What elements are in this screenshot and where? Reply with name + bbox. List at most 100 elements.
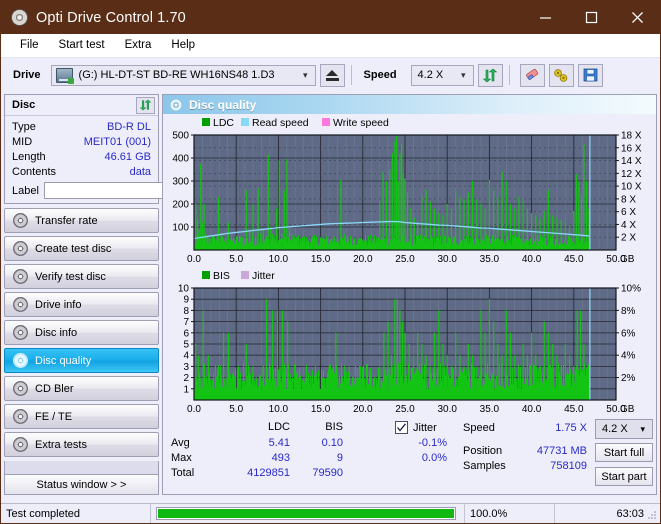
- stats-row-avg-label: Avg: [171, 437, 190, 449]
- y-tick-label: 2: [183, 373, 189, 384]
- maximize-button[interactable]: [568, 1, 614, 34]
- disc-row-length-value: 46.61 GB: [104, 150, 151, 163]
- sidebar-item-fe-te[interactable]: FE / TE: [4, 404, 159, 429]
- y2-tick-label: 12 X: [621, 169, 642, 180]
- disc-row-mid: MID MEIT01 (001): [12, 134, 151, 149]
- close-button[interactable]: [614, 1, 660, 34]
- sidebar-item-drive-info[interactable]: Drive info: [4, 292, 159, 317]
- menu-help[interactable]: Help: [161, 37, 205, 53]
- samples-metric-label: Samples: [463, 460, 506, 472]
- x-tick-label: 40.0: [522, 404, 542, 415]
- quality-chart-ldc: LDC Read speed Write speed 100 200 300 400 500 2…: [172, 117, 642, 265]
- sidebar-item-label: Transfer rate: [35, 214, 98, 227]
- y-tick-label: 10: [178, 284, 190, 295]
- disc-row-type-key: Type: [12, 120, 36, 133]
- disc-row-mid-value: MEIT01 (001): [83, 135, 151, 148]
- x-tick-label: 5.0: [229, 404, 243, 415]
- refresh-button[interactable]: [477, 63, 503, 87]
- disc-icon: [13, 297, 28, 312]
- refresh-icon: [482, 68, 498, 82]
- toolbar-divider-1: [350, 65, 352, 85]
- disc-refresh-button[interactable]: [136, 96, 155, 114]
- progress-bar: [156, 507, 456, 520]
- menu-file[interactable]: File: [10, 37, 49, 53]
- eject-button[interactable]: [319, 63, 345, 87]
- erase-button[interactable]: [519, 63, 545, 87]
- menu-start-test[interactable]: Start test: [49, 37, 115, 53]
- page-title: Disc quality: [189, 97, 257, 112]
- progress-bar-fill: [158, 509, 454, 518]
- y2-tick-label: 18 X: [621, 131, 642, 142]
- chevron-down-icon: ▾: [461, 69, 466, 80]
- wrench-icon: [554, 68, 568, 82]
- start-full-button[interactable]: Start full: [595, 443, 653, 462]
- disc-label-row: Label: [12, 182, 251, 199]
- y2-tick-label: 8%: [621, 306, 636, 317]
- y-tick-label: 9: [183, 295, 189, 306]
- x-tick-label: 30.0: [437, 404, 457, 415]
- start-part-button[interactable]: Start part: [595, 467, 653, 486]
- test-speed-select[interactable]: 4.2 X ▾: [595, 419, 653, 439]
- resize-grip-icon[interactable]: [646, 509, 658, 521]
- y-tick-label: 400: [172, 154, 189, 165]
- legend-label: Jitter: [252, 270, 275, 282]
- x-tick-label: 20.0: [353, 404, 373, 415]
- tools-button[interactable]: [548, 63, 574, 87]
- sidebar-filler: [4, 461, 159, 475]
- jitter-checkbox[interactable]: [395, 421, 408, 434]
- disc-icon: [13, 381, 28, 396]
- x-tick-label: 10.0: [269, 404, 289, 415]
- drive-select[interactable]: (G:) HL-DT-ST BD-RE WH16NS48 1.D3 ▾: [50, 64, 316, 86]
- speed-select[interactable]: 4.2 X ▾: [410, 64, 474, 86]
- menu-extra[interactable]: Extra: [115, 37, 162, 53]
- disc-icon: [13, 241, 28, 256]
- quality-chart-bis: BIS Jitter 12345678910 2% 4% 6% 8% 10% 0.0 5.0 10.…: [178, 270, 641, 415]
- x-tick-label: 25.0: [395, 404, 415, 415]
- minimize-button[interactable]: [522, 1, 568, 34]
- disc-panel-title: Disc: [12, 99, 36, 111]
- disc-row-mid-key: MID: [12, 135, 33, 148]
- legend-swatch: [202, 118, 210, 126]
- chevron-down-icon: ▾: [640, 423, 645, 434]
- y2-tick-label: 4 X: [621, 220, 636, 231]
- save-button[interactable]: [577, 63, 603, 87]
- elapsed-time: 63:03: [616, 507, 644, 520]
- stats-row-max-bis: 9: [336, 452, 343, 464]
- y-tick-label: 500: [172, 131, 189, 142]
- y-tick-label: 200: [172, 200, 189, 211]
- chevron-down-icon: ▾: [303, 69, 308, 80]
- sidebar-item-disc-info[interactable]: Disc info: [4, 320, 159, 345]
- x-tick-label: 25.0: [395, 254, 415, 265]
- floppy-save-icon: [583, 68, 597, 82]
- y2-tick-label: 2 X: [621, 233, 636, 244]
- sidebar-item-cd-bler[interactable]: CD Bler: [4, 376, 159, 401]
- status-message: Test completed: [1, 504, 151, 523]
- y2-tick-label: 4%: [621, 351, 636, 362]
- legend-swatch: [202, 271, 210, 279]
- legend-swatch: [241, 118, 249, 126]
- sidebar-item-extra-tests[interactable]: Extra tests: [4, 432, 159, 457]
- jitter-value-2: 0.0%: [421, 452, 447, 464]
- disc-row-type: Type BD-R DL: [12, 119, 151, 134]
- y2-tick-label: 8 X: [621, 194, 636, 205]
- sidebar-item-label: Disc info: [35, 326, 78, 339]
- y-tick-label: 100: [172, 223, 189, 234]
- y2-tick-label: 6%: [621, 328, 636, 339]
- progress-percent: 100.0%: [465, 504, 555, 523]
- sidebar-item-label: Extra tests: [35, 438, 87, 451]
- jitter-label: Jitter: [413, 422, 437, 434]
- sidebar-item-disc-quality[interactable]: Disc quality: [4, 348, 159, 373]
- stats-row-total-ldc: 4129851: [247, 467, 290, 479]
- x-axis-unit: GB: [620, 254, 635, 265]
- sidebar-item-transfer-rate[interactable]: Transfer rate: [4, 208, 159, 233]
- stats-row-max-label: Max: [171, 452, 192, 464]
- disc-icon: [13, 409, 28, 424]
- sidebar-item-create-test-disc[interactable]: Create test disc: [4, 236, 159, 261]
- eraser-icon: [525, 68, 538, 80]
- status-window-button[interactable]: Status window > >: [4, 474, 159, 495]
- window-title: Opti Drive Control 1.70: [36, 9, 186, 26]
- sidebar-item-verify-test-disc[interactable]: Verify test disc: [4, 264, 159, 289]
- y2-tick-label: 10 X: [621, 182, 642, 193]
- x-tick-label: 45.0: [564, 404, 584, 415]
- y-tick-label: 1: [183, 384, 189, 395]
